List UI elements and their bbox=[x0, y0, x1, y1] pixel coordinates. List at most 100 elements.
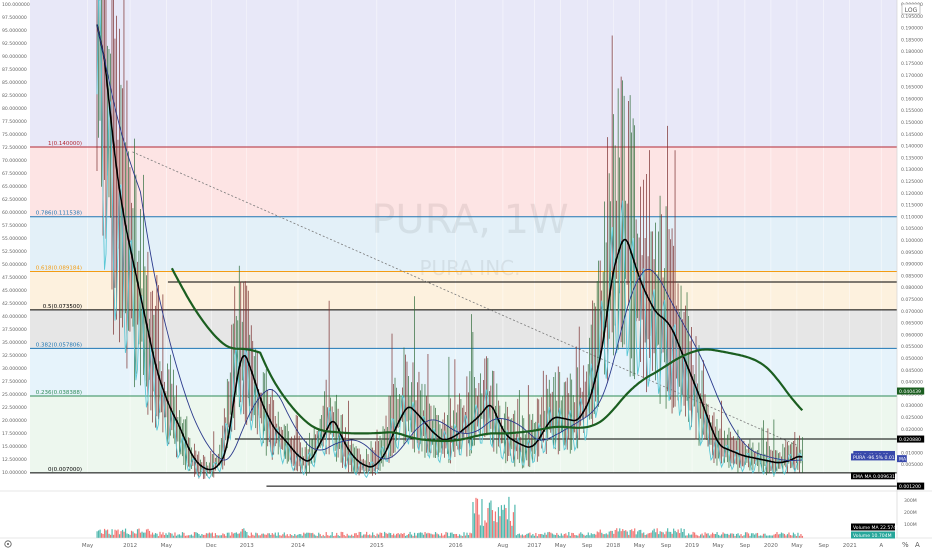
right-axis-tick: 0.180000 bbox=[901, 49, 923, 55]
volume-bar bbox=[123, 531, 125, 538]
volume-bar bbox=[562, 535, 564, 538]
volume-bar bbox=[148, 530, 151, 538]
volume-bar bbox=[722, 532, 724, 538]
volume-bar bbox=[363, 534, 365, 538]
settings-icon[interactable] bbox=[4, 540, 12, 548]
volume-bar bbox=[354, 533, 356, 538]
volume-bar bbox=[464, 535, 467, 538]
volume-bar bbox=[425, 533, 428, 538]
volume-bar bbox=[120, 531, 122, 538]
volume-bar bbox=[407, 533, 410, 538]
left-axis-tick: 37.500000 bbox=[2, 327, 27, 333]
volume-bar bbox=[166, 534, 169, 538]
volume-bar bbox=[670, 531, 672, 538]
annotation-label: 0.001200 bbox=[899, 484, 921, 490]
volume-bar bbox=[614, 529, 616, 538]
volume-bar bbox=[346, 533, 348, 538]
chart: PURA, 1W PURA INC. 1(0.140000) 0.786(0.11… bbox=[0, 0, 932, 550]
volume-bar bbox=[512, 512, 515, 538]
volume-bar bbox=[535, 532, 537, 538]
volume-bar bbox=[550, 532, 552, 538]
volume-bar bbox=[144, 532, 146, 538]
volume-bar bbox=[265, 534, 267, 538]
volume-bar bbox=[337, 535, 339, 538]
volume-bar bbox=[168, 532, 170, 538]
volume-bar bbox=[436, 533, 438, 538]
right-axis-tick: 0.185000 bbox=[901, 37, 923, 43]
volume-bar bbox=[596, 531, 598, 538]
log-button[interactable]: LOG bbox=[901, 3, 921, 15]
volume-bar bbox=[638, 529, 640, 538]
x-axis-tick: May bbox=[712, 543, 724, 549]
right-axis-tick: 0.040000 bbox=[901, 380, 923, 386]
volume-bar bbox=[208, 532, 211, 538]
volume-bar bbox=[381, 532, 383, 538]
x-axis-tick: May bbox=[555, 543, 567, 549]
volume-bar bbox=[479, 525, 482, 538]
volume-bar bbox=[126, 533, 128, 538]
volume-bar bbox=[312, 532, 314, 538]
volume-bar bbox=[704, 532, 706, 538]
volume-bar bbox=[738, 535, 741, 538]
volume-bar bbox=[172, 535, 175, 538]
volume-bar bbox=[237, 533, 239, 538]
volume-bar bbox=[667, 528, 669, 538]
volume-bar bbox=[410, 534, 413, 538]
volume-bar bbox=[680, 528, 682, 538]
volume-bar bbox=[758, 535, 760, 538]
volume-bar bbox=[112, 534, 115, 538]
volume-bar bbox=[264, 534, 266, 538]
volume-bar bbox=[801, 535, 804, 538]
volume-bar bbox=[387, 533, 389, 538]
volume-bar bbox=[602, 534, 604, 538]
volume-bar bbox=[765, 535, 768, 538]
volume-bar bbox=[100, 533, 103, 538]
volume-bar bbox=[587, 532, 589, 538]
volume-bar bbox=[623, 530, 625, 538]
volume-bar bbox=[652, 530, 654, 538]
volume-bar bbox=[589, 535, 591, 538]
volume-bar bbox=[542, 534, 544, 538]
left-axis-tick: 100.000000 bbox=[2, 2, 30, 8]
volume-bar bbox=[723, 533, 726, 538]
volume-bar bbox=[463, 532, 465, 538]
volume-bar bbox=[731, 533, 733, 538]
watermark-name: PURA INC. bbox=[419, 256, 520, 280]
volume-bar bbox=[451, 532, 453, 538]
volume-bar bbox=[199, 535, 202, 538]
volume-bar bbox=[313, 534, 315, 538]
volume-bar bbox=[792, 532, 795, 538]
left-axis-tick: 10.000000 bbox=[2, 470, 27, 476]
volume-bar bbox=[679, 533, 681, 538]
volume-bar bbox=[467, 535, 470, 538]
volume-bar bbox=[121, 529, 124, 538]
volume-bar bbox=[229, 535, 231, 538]
volume-bar bbox=[692, 531, 694, 538]
left-axis-tick: 17.500000 bbox=[2, 431, 27, 437]
volume-bar bbox=[578, 533, 580, 538]
volume-bar bbox=[685, 535, 687, 538]
volume-bar bbox=[349, 535, 351, 538]
volume-bar bbox=[711, 532, 714, 538]
volume-bar bbox=[682, 531, 684, 538]
volume-bar bbox=[136, 529, 139, 538]
volume-bar bbox=[503, 504, 506, 538]
volume-bar bbox=[103, 528, 106, 538]
right-axis-tick: 0.165000 bbox=[901, 85, 923, 91]
volume-bar bbox=[252, 534, 254, 538]
volume-bar bbox=[598, 532, 600, 538]
annotation-label: MA bbox=[899, 457, 907, 463]
volume-bar bbox=[649, 533, 651, 538]
volume-bar bbox=[725, 533, 727, 538]
percent-toggle[interactable]: % bbox=[902, 541, 909, 549]
volume-bar bbox=[355, 533, 357, 538]
volume-bar bbox=[342, 532, 344, 538]
volume-bar bbox=[494, 511, 497, 538]
volume-bar bbox=[228, 532, 230, 538]
auto-toggle[interactable]: A bbox=[915, 541, 920, 549]
volume-bar bbox=[162, 532, 164, 538]
volume-bar bbox=[611, 530, 613, 538]
volume-bar bbox=[139, 532, 142, 538]
volume-bar bbox=[788, 532, 790, 538]
volume-bar bbox=[493, 521, 495, 538]
